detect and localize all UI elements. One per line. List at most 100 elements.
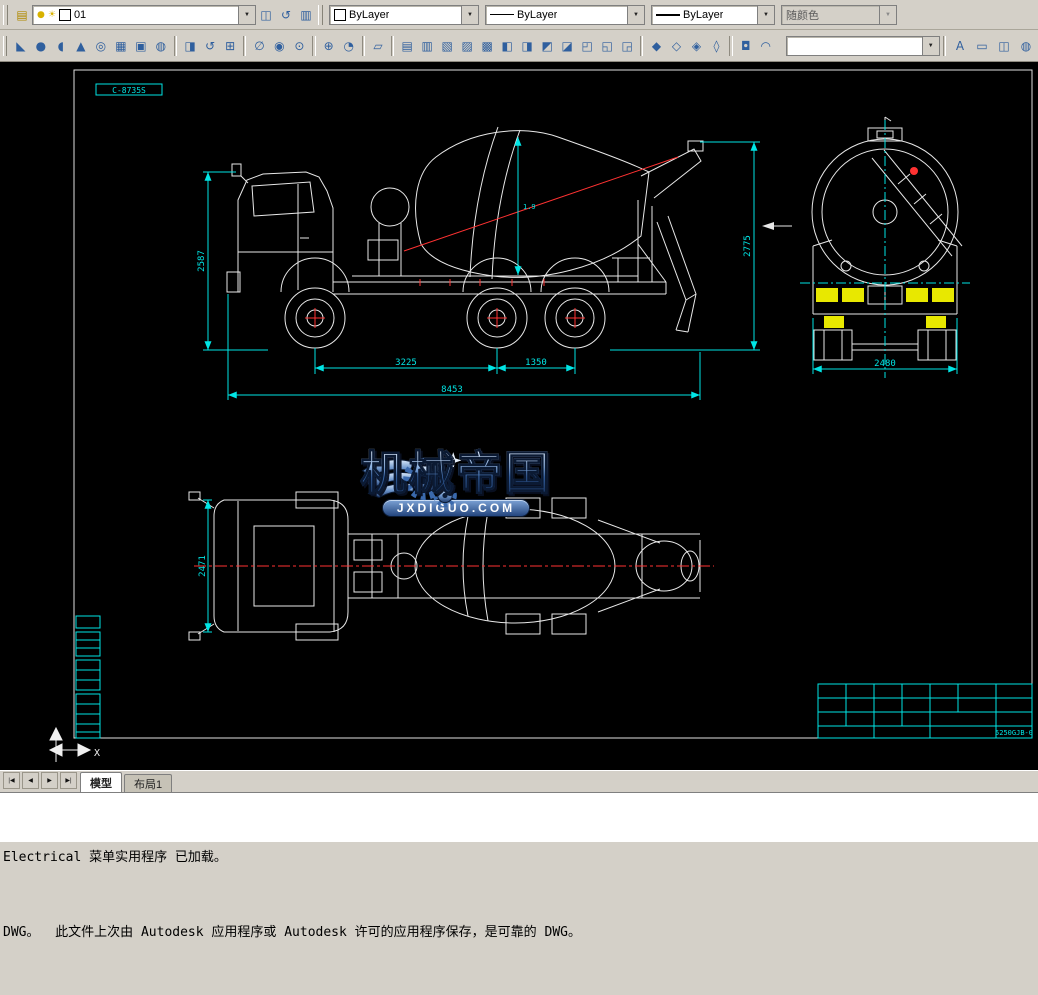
ucs-icon	[50, 728, 90, 762]
toolbar-separator	[391, 36, 394, 56]
layer-states-icon[interactable]: ▥	[296, 4, 316, 26]
layer-name: 01	[74, 9, 86, 21]
color-combo[interactable]: ByLayer ▼	[329, 5, 479, 25]
side-view	[227, 127, 792, 348]
arc-icon[interactable]: ◠	[756, 35, 776, 57]
extrude-icon[interactable]: ◨	[180, 35, 200, 57]
drawing-viewport[interactable]: C-8735S	[0, 62, 1038, 770]
command-line-panel[interactable]: Electrical 菜单实用程序 已加载。 DWG。 此文件上次由 Autod…	[0, 792, 1038, 842]
viewport-config-icon-4[interactable]: ▨	[457, 35, 477, 57]
toolbar-grip[interactable]	[3, 36, 7, 56]
cone-icon[interactable]: ▲	[71, 35, 91, 57]
revolve-icon[interactable]: ↺	[200, 35, 220, 57]
viewport-config-icon-10[interactable]: ◰	[577, 35, 597, 57]
text-style-icon[interactable]: A	[949, 35, 971, 57]
info-icon[interactable]: ◍	[1015, 35, 1037, 57]
view-diamond-icon-1[interactable]: ◆	[646, 35, 666, 57]
ellipse-icon[interactable]: ∅	[249, 35, 269, 57]
dish-icon[interactable]: ◍	[151, 35, 171, 57]
drawing-number-text: C-8735S	[112, 86, 146, 95]
plotstyle-combo: 随颜色 ▼	[781, 5, 897, 25]
lineweight-combo-dropdown-button[interactable]: ▼	[757, 6, 774, 24]
named-view-combo[interactable]: ▼	[786, 36, 940, 56]
tab-nav-next-button[interactable]: ▶	[41, 772, 58, 789]
palettes-icon[interactable]: ◫	[993, 35, 1015, 57]
viewport-config-icon-1[interactable]: ▤	[397, 35, 417, 57]
layer-on-icon: ●	[37, 10, 45, 20]
viewport-config-icon-6[interactable]: ◧	[497, 35, 517, 57]
current-color-swatch	[334, 9, 346, 21]
rear-marker-light	[910, 167, 918, 175]
ucs-x-label: X	[94, 748, 100, 759]
dimension-label: 1350	[525, 358, 547, 368]
dome-icon[interactable]: ◖	[51, 35, 71, 57]
toolbar-separator	[729, 36, 732, 56]
dimension-label: 2480	[874, 359, 896, 369]
parts-list-tables	[76, 616, 100, 738]
viewport-config-icon-5[interactable]: ▩	[477, 35, 497, 57]
viewport-config-icon-12[interactable]: ◲	[617, 35, 637, 57]
layer-previous-icon[interactable]: ↺	[276, 4, 296, 26]
sphere-icon[interactable]: ●	[31, 35, 51, 57]
color-combo-dropdown-button[interactable]: ▼	[461, 6, 478, 24]
box-icon[interactable]: ▣	[131, 35, 151, 57]
tab-model[interactable]: 模型	[80, 772, 122, 792]
command-history-line-1: Electrical 菜单实用程序 已加载。	[3, 845, 1035, 870]
layer-combo-dropdown-button[interactable]: ▼	[238, 6, 255, 24]
layer-thaw-icon: ☀	[48, 10, 56, 20]
linetype-combo[interactable]: ByLayer ▼	[485, 5, 645, 25]
dimension-label: 2587	[197, 250, 207, 272]
viewport-config-icon-9[interactable]: ◪	[557, 35, 577, 57]
toolbar-separator	[362, 36, 365, 56]
linetype-combo-dropdown-button[interactable]: ▼	[627, 6, 644, 24]
command-history-line-2: DWG。 此文件上次由 Autodesk 应用程序或 Autodesk 许可的应…	[3, 920, 1035, 945]
named-views-icon[interactable]: ⊕	[319, 35, 339, 57]
tab-layout1[interactable]: 布局1	[124, 774, 172, 792]
wedge-icon[interactable]: ◣	[11, 35, 31, 57]
make-object-layer-current-icon[interactable]: ◫	[256, 4, 276, 26]
orbit-icon[interactable]: ◔	[339, 35, 359, 57]
toolbar-separator	[640, 36, 643, 56]
toolbar-separator	[312, 36, 315, 56]
rear-view-centerlines	[800, 120, 970, 378]
paper-layout-icon[interactable]: ▱	[368, 35, 388, 57]
view-diamond-icon-2[interactable]: ◇	[666, 35, 686, 57]
tab-nav-prev-button[interactable]: ◀	[22, 772, 39, 789]
side-view-centerlines	[305, 157, 678, 328]
circle-icon[interactable]: ⊙	[289, 35, 309, 57]
mesh-icon[interactable]: ▦	[111, 35, 131, 57]
donut-icon[interactable]: ◉	[269, 35, 289, 57]
toolbar-grip[interactable]	[3, 5, 8, 25]
view-diamond-icon-4[interactable]: ◊	[706, 35, 726, 57]
layer-properties-manager-icon[interactable]: ▤	[12, 4, 32, 26]
toolbar-grip[interactable]	[318, 5, 323, 25]
lineweight-value: ByLayer	[683, 9, 723, 21]
side-view-dimensions	[203, 137, 760, 400]
viewport-config-icon-3[interactable]: ▧	[437, 35, 457, 57]
viewport-config-icon-11[interactable]: ◱	[597, 35, 617, 57]
array-icon[interactable]: ⊞	[220, 35, 240, 57]
layers-properties-toolbar: ▤ ● ☀ 01 ▼ ◫ ↺ ▥ ByLayer ▼ ByLayer ▼ ByL…	[0, 0, 1038, 30]
view-diamond-icon-3[interactable]: ◈	[686, 35, 706, 57]
tab-nav-last-button[interactable]: ▶|	[60, 772, 77, 789]
toolbar-separator	[174, 36, 177, 56]
viewport-config-icon-2[interactable]: ▥	[417, 35, 437, 57]
dimension-label: 2471	[198, 555, 208, 577]
linetype-sample	[490, 14, 514, 15]
tab-nav-first-button[interactable]: |◀	[3, 772, 20, 789]
viewport-config-icon-8[interactable]: ◩	[537, 35, 557, 57]
torus-icon[interactable]: ◎	[91, 35, 111, 57]
render-image-icon[interactable]: ◘	[736, 35, 756, 57]
sheet-frame	[74, 70, 1032, 738]
viewport-config-icon-7[interactable]: ◨	[517, 35, 537, 57]
copy-icon[interactable]: ▭	[971, 35, 993, 57]
dimension-label: 8453	[441, 385, 463, 395]
dimension-label: 3225	[395, 358, 417, 368]
layer-combo[interactable]: ● ☀ 01 ▼	[32, 5, 256, 25]
toolbar-separator	[243, 36, 246, 56]
lineweight-combo[interactable]: ByLayer ▼	[651, 5, 775, 25]
model-space-canvas[interactable]: C-8735S	[0, 62, 1038, 770]
color-value: ByLayer	[349, 9, 389, 21]
plotstyle-combo-dropdown-button: ▼	[879, 6, 896, 24]
named-view-dropdown-button[interactable]: ▼	[922, 37, 939, 55]
